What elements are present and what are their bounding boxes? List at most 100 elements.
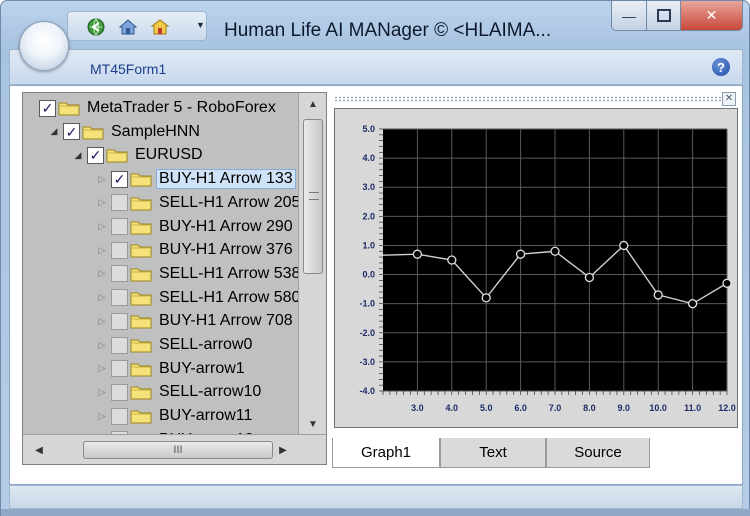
y-tick-label: 2.0 xyxy=(362,211,375,221)
data-point xyxy=(722,278,732,288)
expander-icon[interactable]: ▷ xyxy=(95,340,109,351)
tree-item[interactable]: ▷ BUY-H1 Arrow 376 xyxy=(95,238,296,262)
status-bar xyxy=(9,485,743,509)
x-tick-label: 4.0 xyxy=(446,403,459,413)
maximize-icon xyxy=(656,8,671,22)
scroll-down-icon[interactable]: ▼ xyxy=(299,413,326,435)
home-globe-icon[interactable] xyxy=(118,17,138,37)
checkbox[interactable] xyxy=(111,241,128,259)
y-tick-label: -4.0 xyxy=(359,386,375,396)
checkbox[interactable] xyxy=(111,218,128,235)
expander-icon[interactable]: ▷ xyxy=(95,363,109,374)
expander-icon[interactable]: ▷ xyxy=(95,411,109,422)
checkbox[interactable] xyxy=(111,360,128,378)
scroll-up-icon[interactable]: ▲ xyxy=(299,93,326,115)
checkbox[interactable] xyxy=(111,407,128,425)
tab-source[interactable]: Source xyxy=(546,438,650,468)
tree-item-label: BUY-arrow1 xyxy=(159,359,245,377)
expander-icon[interactable]: ▷ xyxy=(95,316,109,327)
scroll-right-icon[interactable]: ▶ xyxy=(271,435,295,464)
expander-icon[interactable]: ▷ xyxy=(95,221,109,232)
expander-icon[interactable]: ▷ xyxy=(95,174,109,185)
tree-item[interactable]: ▷ BUY-arrow1 xyxy=(95,357,248,381)
panel-close-icon[interactable]: ✕ xyxy=(722,92,736,106)
expander-icon[interactable]: ▷ xyxy=(95,197,109,208)
expander-icon[interactable]: ◢ xyxy=(71,150,85,161)
checkbox[interactable]: ✓ xyxy=(63,123,80,141)
y-tick-label: 5.0 xyxy=(362,124,375,134)
tree-item[interactable]: ◢ ✓ SampleHNN xyxy=(47,120,203,144)
window-title: Human Life AI MANager © <HLAIMA... xyxy=(224,20,552,41)
close-button[interactable]: ✕ xyxy=(681,1,743,31)
client-area: ✓ MetaTrader 5 - RoboForex ◢ ✓ SampleHNN ◢ ✓ EU… xyxy=(9,85,743,485)
quick-access-toolbar: ▼ xyxy=(67,11,207,41)
checkbox[interactable]: ✓ xyxy=(87,146,104,164)
checkbox[interactable] xyxy=(111,289,128,307)
y-tick-label: 0.0 xyxy=(362,270,375,280)
graph-panel: ✕ 5.0 4.0 3.0 2.0 1.0 0.0 -1.0 -2.0 -3.0 -4.0 3.0 4… xyxy=(332,92,740,478)
tree-item-label: SELL-arrow0 xyxy=(159,336,253,353)
scroll-left-icon[interactable]: ◀ xyxy=(27,435,51,464)
tree-item[interactable]: ▷ BUY-H1 Arrow 290 xyxy=(95,215,296,239)
expander-icon[interactable]: ▷ xyxy=(95,292,109,303)
checkbox[interactable] xyxy=(111,312,128,330)
help-icon[interactable]: ? xyxy=(712,58,730,76)
folder-icon xyxy=(130,292,152,306)
folder-icon xyxy=(130,315,152,329)
graph-frame: 5.0 4.0 3.0 2.0 1.0 0.0 -1.0 -2.0 -3.0 -4.0 3.0 4.0… xyxy=(334,108,738,428)
tree-item[interactable]: ◢ ✓ EURUSD xyxy=(71,143,206,167)
panel-gripper[interactable] xyxy=(334,96,722,102)
x-tick-label: 9.0 xyxy=(618,403,631,413)
data-point xyxy=(653,290,663,300)
ribbon-bar: MT45Form1 ? xyxy=(9,49,743,85)
tree-item-label: SELL-arrow10 xyxy=(159,383,262,401)
tree-item[interactable]: ▷ BUY-arrow11 xyxy=(95,404,255,428)
tree-item[interactable]: ▷ SELL-arrow0 xyxy=(95,333,255,357)
expander-icon[interactable]: ▷ xyxy=(95,268,109,279)
folder-icon xyxy=(130,197,152,211)
quick-access-dropdown-icon[interactable]: ▼ xyxy=(196,20,205,30)
horizontal-scrollbar[interactable]: ◀ III ▶ xyxy=(23,434,326,464)
tree-item[interactable]: ✓ MetaTrader 5 - RoboForex xyxy=(23,96,279,120)
folder-icon xyxy=(130,339,152,353)
tree-item[interactable]: ▷ BUY-H1 Arrow 708 xyxy=(95,309,296,333)
folder-home-icon[interactable] xyxy=(150,17,170,37)
back-globe-icon[interactable] xyxy=(86,17,106,37)
y-tick-label: -3.0 xyxy=(359,357,375,367)
tree-item[interactable]: ▷ SELL-arrow10 xyxy=(95,380,264,404)
folder-icon xyxy=(106,149,128,163)
checkbox[interactable] xyxy=(111,336,128,354)
tree-item[interactable]: ▷ ✓ BUY-H1 Arrow 133 xyxy=(95,167,296,191)
tree-view[interactable]: ✓ MetaTrader 5 - RoboForex ◢ ✓ SampleHNN ◢ ✓ EU… xyxy=(23,93,299,435)
checkbox[interactable] xyxy=(111,383,128,401)
window-controls: — ✕ xyxy=(611,1,743,31)
tree-item-label: SELL-H1 Arrow 538 xyxy=(159,264,299,282)
tree-panel: ✓ MetaTrader 5 - RoboForex ◢ ✓ SampleHNN ◢ ✓ EU… xyxy=(22,92,327,465)
horizontal-scroll-thumb[interactable]: III xyxy=(83,441,273,459)
tree-item-label: BUY-H1 Arrow 133 xyxy=(156,169,296,190)
tree-item[interactable]: ▷ SELL-H1 Arrow 580 xyxy=(95,286,299,310)
tree-item[interactable]: ▷ SELL-H1 Arrow 205 xyxy=(95,191,299,215)
checkbox[interactable]: ✓ xyxy=(39,99,56,117)
checkbox[interactable] xyxy=(111,265,128,283)
checkbox[interactable] xyxy=(111,194,128,212)
data-point xyxy=(412,249,423,259)
application-orb-button[interactable] xyxy=(19,21,69,71)
grip-icon xyxy=(309,192,319,200)
expander-icon[interactable]: ◢ xyxy=(47,126,61,137)
tab-text[interactable]: Text xyxy=(440,438,546,468)
tab-graph1[interactable]: Graph1 xyxy=(332,438,440,468)
minimize-button[interactable]: — xyxy=(611,1,647,31)
expander-icon[interactable]: ▷ xyxy=(95,387,109,398)
y-tick-label: 1.0 xyxy=(362,240,375,250)
vertical-scrollbar[interactable]: ▲ ▼ xyxy=(298,93,326,435)
maximize-button[interactable] xyxy=(647,1,681,31)
x-tick-label: 3.0 xyxy=(411,403,424,413)
x-tick-label: 6.0 xyxy=(514,403,527,413)
folder-icon xyxy=(130,244,152,258)
vertical-scroll-thumb[interactable] xyxy=(303,119,323,274)
checkbox[interactable]: ✓ xyxy=(111,170,128,188)
tree-item[interactable]: ▷ SELL-H1 Arrow 538 xyxy=(95,262,299,286)
expander-icon[interactable]: ▷ xyxy=(95,245,109,256)
window-bottom-edge xyxy=(1,509,750,516)
